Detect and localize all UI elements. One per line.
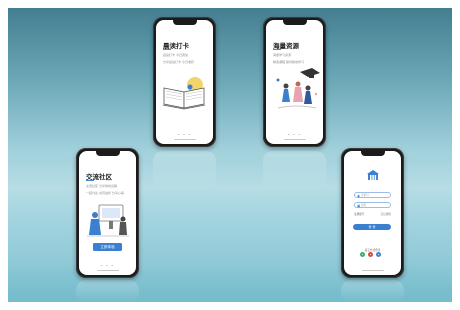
other-login-label: 其它方式登录 — [364, 249, 381, 252]
username-field[interactable]: ◉ 手机号 — [354, 192, 391, 198]
phone-reflection — [263, 151, 326, 191]
reading-onboarding-screen: 晨读打卡 晨读打卡 今日阅读 分享晨读打卡 今日收获 • • • — [156, 20, 213, 144]
qq-icon[interactable] — [376, 252, 381, 257]
try-now-button[interactable]: 立即体验 — [93, 243, 122, 251]
title-underline — [163, 49, 171, 50]
resources-onboarding-screen: 海量资源 海量学习资源 精选课程 随时随地学习 • • • — [266, 20, 323, 144]
title-underline — [273, 49, 281, 50]
phone-reflection — [341, 280, 404, 302]
phone-reading-screen: 晨读打卡 晨读打卡 今日阅读 分享晨读打卡 今日收获 • • • — [153, 17, 216, 147]
phone-community-screen: 交流社区 交流社区 分享你的见解 一起讨论 共同进步 分享心得 立即体验 • •… — [76, 148, 139, 278]
phone-login-screen: ◉ 手机号 ▣ 密码 注册账号 忘记密码 登 录 其它方式登录 — [341, 148, 404, 278]
community-subtitle-line: 一起讨论 共同进步 分享心得 — [86, 191, 124, 195]
phone-notch — [172, 20, 197, 25]
user-icon: ◉ — [357, 193, 361, 198]
weibo-icon[interactable] — [368, 252, 373, 257]
phone-resources-screen: 海量资源 海量学习资源 精选课程 随时随地学习 • • • — [263, 17, 326, 147]
title-underline — [86, 180, 94, 181]
reading-subtitle-line: 晨读打卡 今日阅读 — [163, 53, 188, 57]
forgot-password-link[interactable]: 忘记密码 — [381, 212, 391, 216]
phone-reflection — [153, 151, 216, 191]
reading-subtitle-line: 分享晨读打卡 今日收获 — [163, 60, 194, 64]
home-indicator — [96, 269, 119, 271]
page-indicator[interactable]: • • • — [79, 264, 136, 268]
community-subtitle-line: 交流社区 分享你的见解 — [86, 184, 117, 188]
wechat-icon[interactable] — [360, 252, 365, 257]
home-indicator — [361, 269, 384, 271]
login-screen: ◉ 手机号 ▣ 密码 注册账号 忘记密码 登 录 其它方式登录 — [344, 151, 401, 275]
open-book-illustration — [162, 77, 206, 110]
password-field[interactable]: ▣ 密码 — [354, 202, 391, 208]
phone-notch — [95, 151, 120, 156]
lock-icon: ▣ — [357, 203, 361, 208]
login-button[interactable]: 登 录 — [353, 224, 391, 230]
page-indicator[interactable]: • • • — [266, 133, 323, 137]
phone-notch — [282, 20, 307, 25]
community-onboarding-screen: 交流社区 交流社区 分享你的见解 一起讨论 共同进步 分享心得 立即体验 • •… — [79, 151, 136, 275]
home-indicator — [283, 138, 306, 140]
username-placeholder: 手机号 — [361, 194, 369, 197]
community-illustration — [87, 204, 129, 237]
register-link[interactable]: 注册账号 — [354, 212, 364, 216]
phone-reflection — [76, 280, 139, 302]
password-placeholder: 密码 — [361, 204, 367, 207]
school-logo-icon — [367, 170, 379, 180]
graduation-illustration — [276, 68, 320, 109]
showcase-background: 晨读打卡 晨读打卡 今日阅读 分享晨读打卡 今日收获 • • • 海量资源 海量… — [8, 8, 452, 302]
home-indicator — [173, 138, 196, 140]
resources-subtitle-line: 海量学习资源 — [273, 53, 292, 57]
phone-notch — [360, 151, 385, 156]
page-indicator[interactable]: • • • — [156, 133, 213, 137]
